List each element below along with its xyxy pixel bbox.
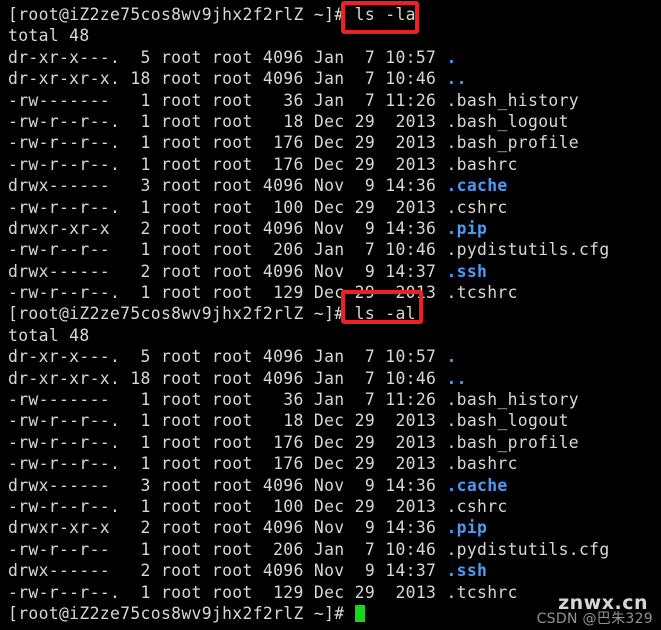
- listing-meta: drwx------ 2 root root 4096 Nov 9 14:37: [8, 561, 447, 581]
- listing-meta: -rw------- 1 root root 36 Jan 7 11:26: [8, 390, 447, 410]
- listing-meta: -rw-r--r--. 1 root root 129 Dec 29 2013: [8, 582, 447, 602]
- prompt-line: [root@iZ2ze75cos8wv9jhx2f2rlZ ~]# ls -la: [8, 4, 653, 25]
- listing-name: .bash_logout: [446, 411, 569, 431]
- listing-name: .pip: [446, 518, 488, 538]
- listing-name: .bash_history: [446, 390, 579, 410]
- listing-meta: -rw-r--r--. 1 root root 176 Dec 29 2013: [8, 432, 447, 452]
- listing-row: -rw-r--r-- 1 root root 206 Jan 7 10:46 .…: [8, 539, 653, 560]
- listing-meta: -rw-r--r--. 1 root root 129 Dec 29 2013: [8, 283, 447, 303]
- shell-prompt: [root@iZ2ze75cos8wv9jhx2f2rlZ ~]#: [8, 5, 355, 24]
- listing-name: .cshrc: [446, 197, 508, 217]
- watermark-author: CSDN @巴朱329: [536, 611, 653, 627]
- listing-row: -rw------- 1 root root 36 Jan 7 11:26 .b…: [8, 389, 653, 410]
- listing-row: drwx------ 2 root root 4096 Nov 9 14:37 …: [8, 261, 653, 282]
- listing-name: .pydistutils.cfg: [446, 539, 610, 559]
- listing-row: drwx------ 2 root root 4096 Nov 9 14:37 …: [8, 560, 653, 581]
- listing-meta: -rw-r--r--. 1 root root 176 Dec 29 2013: [8, 154, 447, 174]
- listing-name: .bash_profile: [446, 133, 579, 153]
- listing-row: drwx------ 3 root root 4096 Nov 9 14:36 …: [8, 175, 653, 196]
- listing-meta: -rw-r--r-- 1 root root 206 Jan 7 10:46: [8, 539, 447, 559]
- total-line: total 48: [8, 25, 653, 46]
- total-line: total 48: [8, 325, 653, 346]
- listing-row: -rw-r--r--. 1 root root 176 Dec 29 2013 …: [8, 154, 653, 175]
- listing-row: drwxr-xr-x 2 root root 4096 Nov 9 14:36 …: [8, 218, 653, 239]
- listing-name: ..: [446, 69, 467, 89]
- listing-name: .bashrc: [446, 154, 518, 174]
- listing-row: -rw------- 1 root root 36 Jan 7 11:26 .b…: [8, 90, 653, 111]
- listing-name: .cshrc: [446, 496, 508, 516]
- listing-row: -rw-r--r--. 1 root root 176 Dec 29 2013 …: [8, 132, 653, 153]
- listing-meta: -rw-r--r--. 1 root root 100 Dec 29 2013: [8, 197, 447, 217]
- listing-name: .bash_history: [446, 90, 579, 110]
- listing-meta: dr-xr-x---. 5 root root 4096 Jan 7 10:57: [8, 47, 447, 67]
- listing-name: .bash_logout: [446, 111, 569, 131]
- listing-meta: drwx------ 2 root root 4096 Nov 9 14:37: [8, 261, 447, 281]
- total-text: total 48: [8, 26, 90, 46]
- listing-meta: -rw-r--r--. 1 root root 100 Dec 29 2013: [8, 496, 447, 516]
- command-first[interactable]: ls -la: [355, 5, 416, 24]
- listing-meta: drwxr-xr-x 2 root root 4096 Nov 9 14:36: [8, 518, 447, 538]
- total-text: total 48: [8, 325, 90, 345]
- listing-row: -rw-r--r--. 1 root root 129 Dec 29 2013 …: [8, 282, 653, 303]
- listing-name: ..: [446, 368, 467, 388]
- listing-row: drwxr-xr-x 2 root root 4096 Nov 9 14:36 …: [8, 517, 653, 538]
- listing-name: .cache: [446, 475, 508, 495]
- listing-name: .tcshrc: [446, 582, 518, 602]
- listing-meta: drwx------ 3 root root 4096 Nov 9 14:36: [8, 176, 447, 196]
- listing-meta: drwxr-xr-x 2 root root 4096 Nov 9 14:36: [8, 218, 447, 238]
- listing-name: .ssh: [446, 261, 488, 281]
- command-second[interactable]: ls -al: [355, 304, 416, 323]
- listing-meta: -rw-r--r-- 1 root root 206 Jan 7 10:46: [8, 240, 447, 260]
- listing-name: .bashrc: [446, 454, 518, 474]
- listing-meta: dr-xr-xr-x. 18 root root 4096 Jan 7 10:4…: [8, 69, 447, 89]
- listing-row: -rw-r--r--. 1 root root 176 Dec 29 2013 …: [8, 453, 653, 474]
- shell-prompt: [root@iZ2ze75cos8wv9jhx2f2rlZ ~]#: [8, 603, 355, 623]
- listing-name: .: [446, 47, 457, 67]
- listing-row: -rw-r--r--. 1 root root 100 Dec 29 2013 …: [8, 197, 653, 218]
- listing-meta: -rw-r--r--. 1 root root 18 Dec 29 2013: [8, 411, 447, 431]
- text-cursor: [354, 604, 365, 622]
- listing-name: .ssh: [446, 561, 488, 581]
- listing-meta: -rw-r--r--. 1 root root 176 Dec 29 2013: [8, 454, 447, 474]
- listing-row: -rw-r--r--. 1 root root 100 Dec 29 2013 …: [8, 496, 653, 517]
- listing-meta: -rw-r--r--. 1 root root 176 Dec 29 2013: [8, 133, 447, 153]
- listing-name: .: [446, 347, 457, 367]
- listing-row: dr-xr-x---. 5 root root 4096 Jan 7 10:57…: [8, 346, 653, 367]
- listing-meta: dr-xr-xr-x. 18 root root 4096 Jan 7 10:4…: [8, 368, 447, 388]
- listing-row: -rw-r--r--. 1 root root 129 Dec 29 2013 …: [8, 582, 653, 603]
- listing-row: drwx------ 3 root root 4096 Nov 9 14:36 …: [8, 475, 653, 496]
- listing-row: -rw-r--r--. 1 root root 18 Dec 29 2013 .…: [8, 410, 653, 431]
- listing-row: dr-xr-x---. 5 root root 4096 Jan 7 10:57…: [8, 47, 653, 68]
- listing-meta: dr-xr-x---. 5 root root 4096 Jan 7 10:57: [8, 347, 447, 367]
- listing-name: .tcshrc: [446, 283, 518, 303]
- listing-row: -rw-r--r-- 1 root root 206 Jan 7 10:46 .…: [8, 239, 653, 260]
- shell-prompt: [root@iZ2ze75cos8wv9jhx2f2rlZ ~]#: [8, 304, 355, 324]
- listing-row: dr-xr-xr-x. 18 root root 4096 Jan 7 10:4…: [8, 68, 653, 89]
- prompt-line: [root@iZ2ze75cos8wv9jhx2f2rlZ ~]# ls -al: [8, 303, 653, 324]
- listing-row: -rw-r--r--. 1 root root 18 Dec 29 2013 .…: [8, 111, 653, 132]
- terminal-window[interactable]: [root@iZ2ze75cos8wv9jhx2f2rlZ ~]# ls -la…: [0, 0, 661, 630]
- listing-row: dr-xr-xr-x. 18 root root 4096 Jan 7 10:4…: [8, 368, 653, 389]
- listing-name: .bash_profile: [446, 432, 579, 452]
- listing-row: -rw-r--r--. 1 root root 176 Dec 29 2013 …: [8, 432, 653, 453]
- listing-name: .pydistutils.cfg: [446, 240, 610, 260]
- listing-meta: drwx------ 3 root root 4096 Nov 9 14:36: [8, 475, 447, 495]
- listing-name: .pip: [446, 218, 488, 238]
- listing-meta: -rw-r--r--. 1 root root 18 Dec 29 2013: [8, 111, 447, 131]
- terminal-screen[interactable]: [root@iZ2ze75cos8wv9jhx2f2rlZ ~]# ls -la…: [8, 4, 653, 624]
- listing-name: .cache: [446, 176, 508, 196]
- listing-meta: -rw------- 1 root root 36 Jan 7 11:26: [8, 90, 447, 110]
